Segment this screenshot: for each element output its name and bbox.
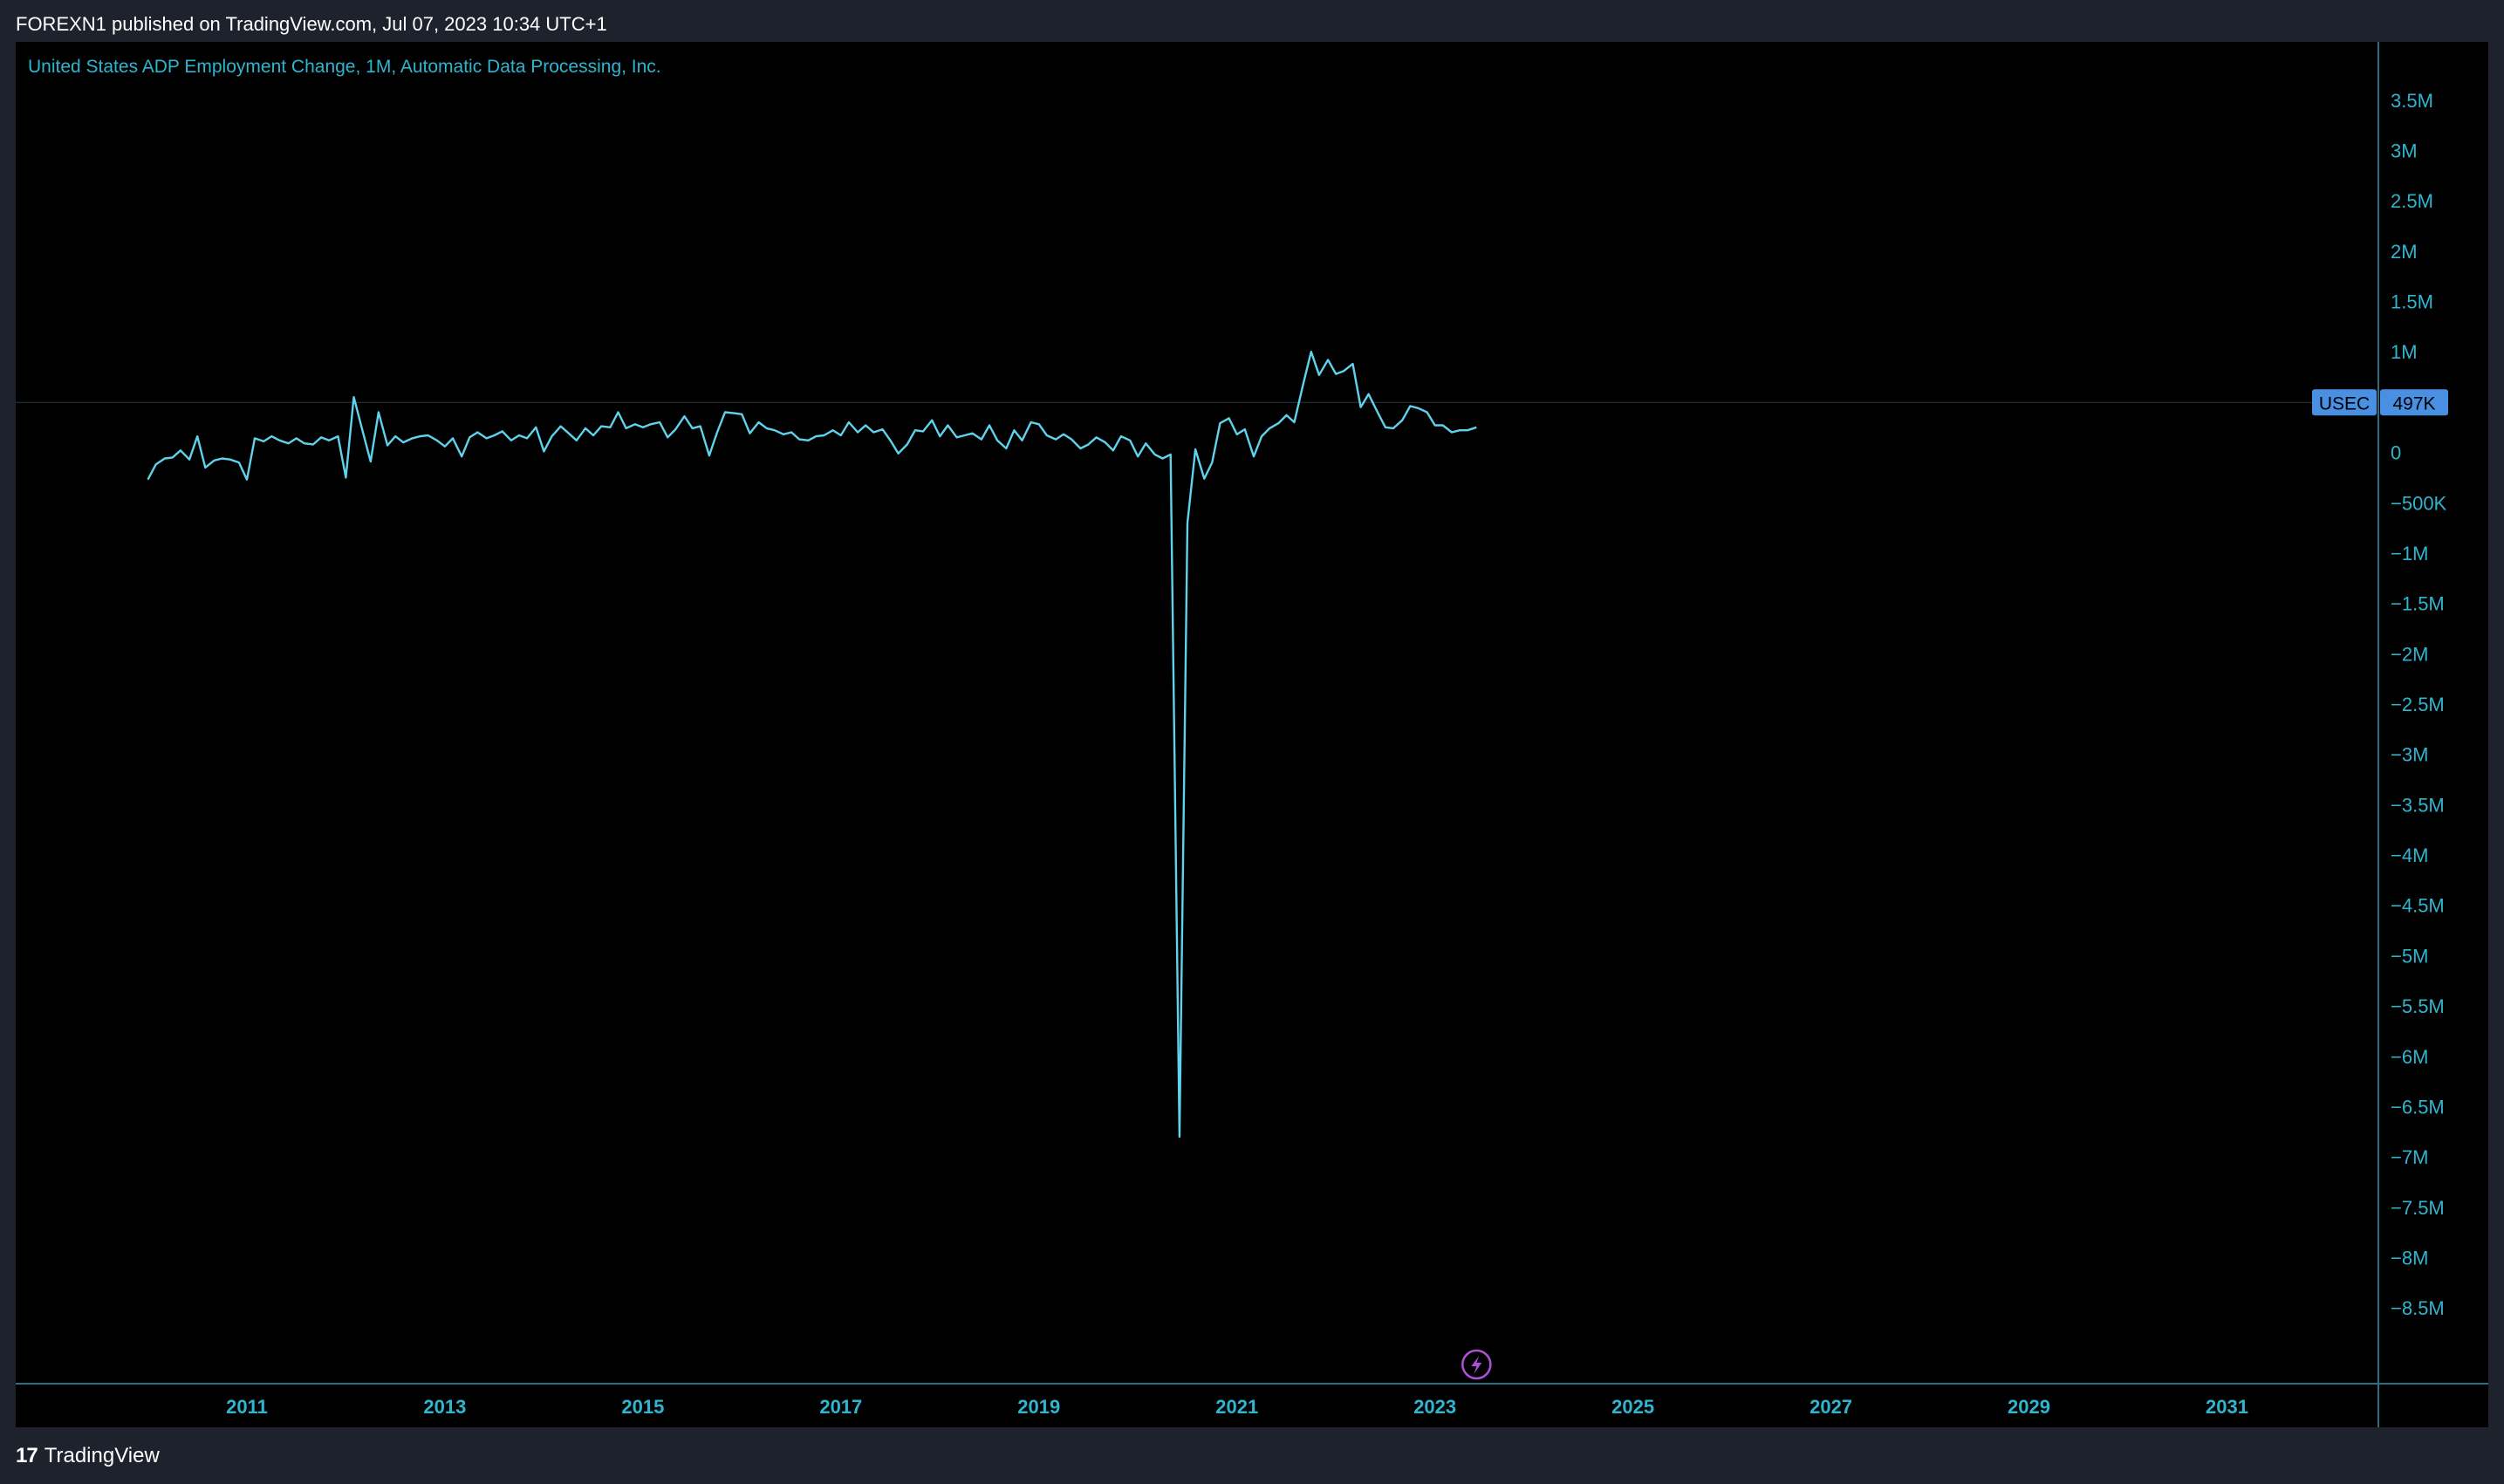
y-tick-label: −4M — [2391, 845, 2428, 866]
last-value-badges: USEC 497K — [2312, 389, 2448, 416]
y-tick-label: −5M — [2391, 945, 2428, 967]
x-axis: 2011 2013 2015 2017 2019 2021 2023 2025 2027 2029… — [226, 1396, 2248, 1418]
y-tick-label: 3.5M — [2391, 90, 2433, 112]
y-tick-label: −1M — [2391, 543, 2428, 564]
y-tick-label: −7.5M — [2391, 1197, 2445, 1219]
y-tick-label: 0 — [2391, 442, 2401, 464]
chart-panel[interactable]: United States ADP Employment Change, 1M,… — [16, 42, 2488, 1427]
x-tick-label: 2031 — [2206, 1396, 2248, 1418]
y-tick-label: −4.5M — [2391, 895, 2445, 917]
y-tick-label: −3M — [2391, 744, 2428, 766]
publish-header: FOREXN1 published on TradingView.com, Ju… — [16, 13, 607, 35]
y-tick-label: −8.5M — [2391, 1297, 2445, 1319]
y-tick-label: −3.5M — [2391, 794, 2445, 816]
y-tick-label: 1.5M — [2391, 291, 2433, 313]
y-tick-label: −6.5M — [2391, 1096, 2445, 1118]
y-tick-label: −1.5M — [2391, 593, 2445, 615]
x-tick-label: 2023 — [1413, 1396, 1456, 1418]
axis-lines — [16, 42, 2488, 1427]
tradingview-brand[interactable]: TradingView — [44, 1444, 160, 1468]
last-value-label: 497K — [2392, 393, 2435, 414]
chart-title: United States ADP Employment Change, 1M,… — [28, 57, 661, 77]
x-tick-label: 2015 — [621, 1396, 664, 1418]
x-tick-label: 2013 — [423, 1396, 466, 1418]
x-tick-label: 2017 — [819, 1396, 862, 1418]
y-tick-label: −500K — [2391, 492, 2447, 514]
y-tick-label: 1M — [2391, 341, 2418, 363]
symbol-badge-label: USEC — [2319, 393, 2370, 414]
series-line — [147, 351, 1477, 1139]
y-tick-label: −5.5M — [2391, 995, 2445, 1017]
x-tick-label: 2029 — [2008, 1396, 2050, 1418]
y-tick-label: 2.5M — [2391, 190, 2433, 212]
x-tick-label: 2025 — [1611, 1396, 1654, 1418]
x-tick-label: 2011 — [226, 1396, 268, 1418]
y-tick-label: −2.5M — [2391, 694, 2445, 715]
x-tick-label: 2021 — [1215, 1396, 1258, 1418]
y-tick-label: −6M — [2391, 1046, 2428, 1068]
x-tick-label: 2027 — [1810, 1396, 1852, 1418]
y-axis: 3.5M 3M 2.5M 2M 1.5M 1M 0 −500K −1M −1.5M −2M −2.5M… — [2391, 90, 2447, 1319]
series-line-layer — [147, 351, 1477, 1139]
tradingview-logo-icon[interactable]: 17 — [16, 1444, 38, 1468]
chart-svg[interactable]: United States ADP Employment Change, 1M,… — [16, 42, 2488, 1427]
y-tick-label: −2M — [2391, 643, 2428, 665]
y-tick-label: −7M — [2391, 1146, 2428, 1168]
y-tick-label: 3M — [2391, 140, 2418, 162]
y-tick-label: 2M — [2391, 241, 2418, 263]
lightning-bolt — [1471, 1356, 1482, 1374]
y-tick-label: −8M — [2391, 1247, 2428, 1269]
x-tick-label: 2019 — [1017, 1396, 1060, 1418]
lightning-icon[interactable] — [1461, 1349, 1492, 1380]
footer: 17 TradingView — [16, 1440, 160, 1473]
